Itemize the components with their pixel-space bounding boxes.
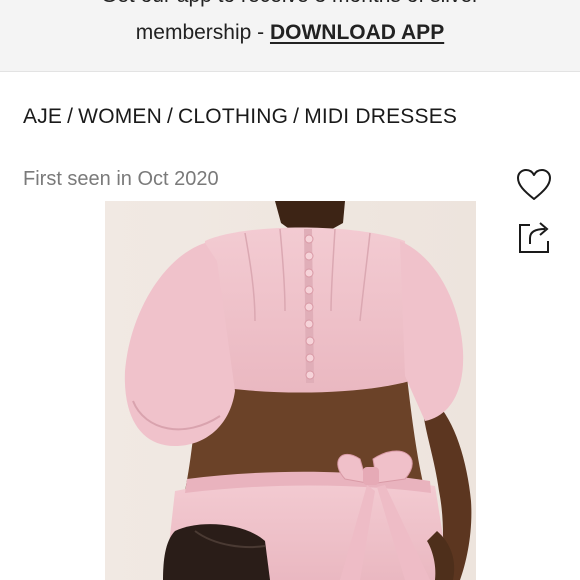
breadcrumb-item-brand[interactable]: AJE bbox=[23, 105, 62, 128]
breadcrumb-item-clothing[interactable]: CLOTHING bbox=[178, 105, 288, 128]
breadcrumb-item-midi-dresses[interactable]: MIDI DRESSES bbox=[304, 105, 457, 128]
breadcrumb-separator: / bbox=[293, 105, 300, 128]
like-button[interactable] bbox=[516, 168, 552, 202]
app-promo-banner: Get our app to receive 3 months of silve… bbox=[0, 0, 580, 72]
first-seen-date: First seen in Oct 2020 bbox=[23, 168, 219, 190]
breadcrumb-separator: / bbox=[167, 105, 174, 128]
breadcrumb: AJE / WOMEN / CLOTHING / MIDI DRESSES bbox=[23, 105, 457, 129]
banner-prefix: membership - bbox=[135, 21, 270, 44]
banner-text-line2: membership - DOWNLOAD APP bbox=[0, 21, 580, 45]
banner-text: Get our app to receive 3 months of silve… bbox=[0, 0, 580, 8]
download-app-link[interactable]: DOWNLOAD APP bbox=[270, 21, 444, 44]
share-icon bbox=[519, 222, 549, 253]
breadcrumb-separator: / bbox=[67, 105, 74, 128]
heart-icon bbox=[517, 169, 551, 200]
product-image[interactable] bbox=[105, 201, 476, 580]
product-photo-illustration bbox=[105, 201, 476, 580]
share-button[interactable] bbox=[518, 220, 552, 254]
breadcrumb-item-women[interactable]: WOMEN bbox=[78, 105, 162, 128]
